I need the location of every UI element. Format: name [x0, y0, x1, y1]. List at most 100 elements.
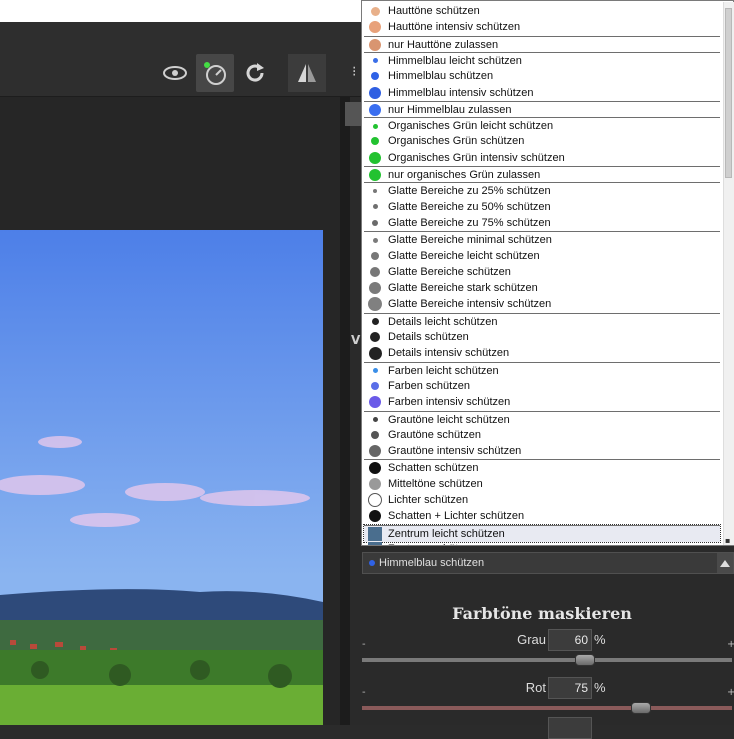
slider-value-input[interactable]: [548, 717, 592, 739]
dropdown-item[interactable]: Hauttöne schützen: [364, 3, 720, 19]
dropdown-item[interactable]: Details leicht schützen: [364, 312, 720, 330]
dropdown-item[interactable]: Glatte Bereiche minimal schützen: [364, 231, 720, 248]
side-tab-label: V: [351, 333, 361, 347]
dropdown-item[interactable]: Organisches Grün intensiv schützen: [364, 150, 720, 166]
dropdown-item-label: Mitteltöne schützen: [388, 477, 483, 490]
dropdown-item[interactable]: Organisches Grün schützen: [364, 133, 720, 149]
dropdown-item[interactable]: Lichter schützen: [364, 492, 720, 508]
dropdown-item[interactable]: Schatten + Lichter schützen: [364, 508, 720, 524]
dropdown-item[interactable]: Himmelblau schützen: [364, 68, 720, 84]
dropdown-item-label: nur organisches Grün zulassen: [388, 169, 541, 181]
dropdown-item-label: Hauttöne schützen: [388, 5, 480, 17]
blue-dot-icon: [369, 560, 375, 566]
colors-dot-small-icon: [368, 364, 382, 378]
dropdown-item-label: Himmelblau intensiv schützen: [388, 86, 534, 99]
eye-icon: [163, 66, 187, 80]
slider-track[interactable]: [362, 706, 732, 710]
dropdown-item[interactable]: Grautöne schützen: [364, 427, 720, 443]
dropdown-item-label: Glatte Bereiche zu 50% schützen: [388, 200, 551, 213]
dropdown-item[interactable]: Grautöne intensiv schützen: [364, 443, 720, 459]
mirror-icon: [298, 64, 316, 82]
preview-toggle-button[interactable]: [156, 54, 194, 92]
green-dot-icon: [368, 134, 382, 148]
dropdown-item-label: Himmelblau schützen: [388, 70, 494, 83]
rotate-button[interactable]: [236, 54, 274, 92]
dropdown-item[interactable]: nur Himmelblau zulassen: [364, 100, 720, 118]
dropdown-item-label: Hauttöne intensiv schützen: [388, 21, 521, 34]
smooth-dot-icon: [368, 265, 382, 279]
section-title: Farbtöne maskieren: [452, 604, 632, 623]
slider-value-input[interactable]: 60: [548, 629, 592, 651]
dropdown-item[interactable]: Glatte Bereiche zu 75% schützen: [364, 215, 720, 231]
smooth-dot-intense-icon: [368, 297, 382, 312]
smooth-dot-light-icon: [368, 249, 382, 263]
gray-dot-large-icon: [368, 444, 382, 458]
dropdown-item[interactable]: Himmelblau leicht schützen: [364, 51, 720, 69]
dropdown-item[interactable]: Glatte Bereiche zu 50% schützen: [364, 199, 720, 215]
chevron-up-icon[interactable]: [717, 553, 733, 573]
panel-divider[interactable]: [340, 97, 350, 725]
scrollbar-thumb[interactable]: [725, 8, 732, 178]
slider-unit: %: [594, 632, 606, 647]
dropdown-item-label: Farben leicht schützen: [388, 364, 499, 377]
dropdown-item[interactable]: Glatte Bereiche stark schützen: [364, 280, 720, 296]
dropdown-item[interactable]: Glatte Bereiche intensiv schützen: [364, 296, 720, 312]
slider-unit: %: [594, 680, 606, 695]
dropdown-item[interactable]: Details schützen: [364, 329, 720, 345]
dropdown-item-label: Grautöne schützen: [388, 428, 481, 441]
dropdown-item[interactable]: Farben leicht schützen: [364, 361, 720, 379]
slider-max-label: +: [727, 687, 734, 698]
colors-dot-large-icon: [368, 395, 382, 409]
dropdown-item[interactable]: Glatte Bereiche leicht schützen: [364, 248, 720, 264]
blue-plus-icon-icon: [368, 103, 382, 117]
dropdown-item-label: Organisches Grün leicht schützen: [388, 120, 554, 133]
colors-dot-icon: [368, 379, 382, 393]
dropdown-item[interactable]: Zentrum schützen: [364, 541, 720, 545]
dropdown-item[interactable]: Hauttöne intensiv schützen: [364, 19, 720, 35]
mirror-button[interactable]: [288, 54, 326, 92]
speedometer-icon: [204, 62, 226, 85]
green-plus-icon-icon: [368, 168, 382, 182]
smooth-dot-75-icon: [368, 216, 382, 230]
slider-label: Rot: [525, 680, 546, 695]
smooth-dot-25-icon: [368, 184, 382, 198]
slider-min-label: -: [362, 687, 366, 698]
details-icon-icon: [368, 330, 382, 344]
dropdown-item[interactable]: Glatte Bereiche schützen: [364, 264, 720, 280]
details-icon-small-icon: [368, 315, 382, 329]
mask-speed-button[interactable]: [196, 54, 234, 92]
protection-dropdown-list[interactable]: Hauttöne schützen Hauttöne intensiv schüt…: [361, 0, 734, 546]
dropdown-item[interactable]: Farben schützen: [364, 378, 720, 394]
dropdown-item-label: Glatte Bereiche zu 75% schützen: [388, 216, 551, 229]
dropdown-item[interactable]: nur Hauttöne zulassen: [364, 35, 720, 53]
dropdown-item-label: Glatte Bereiche zu 25% schützen: [388, 185, 551, 198]
dropdown-item[interactable]: Zentrum leicht schützen: [363, 523, 721, 543]
dropdown-item[interactable]: nur organisches Grün zulassen: [364, 166, 720, 183]
protection-select[interactable]: Himmelblau schützen: [362, 552, 734, 574]
slider-track[interactable]: [362, 658, 732, 662]
dropdown-item[interactable]: Farben intensiv schützen: [364, 394, 720, 410]
dropdown-item[interactable]: Schatten schützen: [364, 459, 720, 476]
smooth-dot-strong-icon: [368, 281, 382, 295]
slider-handle[interactable]: [630, 702, 651, 714]
dropdown-item[interactable]: Grautöne leicht schützen: [364, 410, 720, 428]
scroll-down-icon[interactable]: ▪: [725, 536, 732, 545]
dropdown-item-label: Details leicht schützen: [388, 315, 498, 328]
more-icon[interactable]: ⁝: [352, 64, 356, 80]
dropdown-item[interactable]: Mitteltöne schützen: [364, 476, 720, 492]
dropdown-item-label: Details schützen: [388, 331, 469, 343]
dropdown-item[interactable]: Details intensiv schützen: [364, 345, 720, 361]
dropdown-item[interactable]: Himmelblau intensiv schützen: [364, 85, 720, 101]
photo-preview: [0, 230, 323, 725]
shadow-highlight-icon-icon: [368, 509, 382, 523]
dropdown-item-label: Zentrum leicht schützen: [388, 527, 505, 540]
dropdown-item[interactable]: Glatte Bereiche zu 25% schützen: [364, 182, 720, 199]
center-icon-icon: [368, 526, 382, 541]
dropdown-item-label: Glatte Bereiche minimal schützen: [388, 234, 552, 247]
dropdown-item-label: Schatten + Lichter schützen: [388, 510, 525, 523]
dropdown-item-label: nur Himmelblau zulassen: [388, 103, 512, 116]
slider-value-input[interactable]: 75: [548, 677, 592, 699]
dropdown-item[interactable]: Organisches Grün leicht schützen: [364, 117, 720, 134]
dropdown-item-label: Grautöne intensiv schützen: [388, 445, 522, 458]
slider-handle[interactable]: [575, 654, 595, 666]
